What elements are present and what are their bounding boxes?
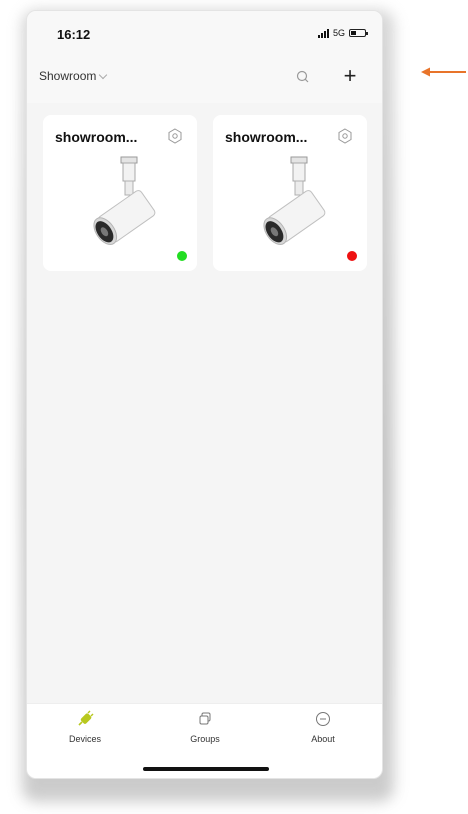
app-header: Showroom +: [27, 61, 382, 103]
device-grid: showroom... showroom...: [27, 103, 382, 703]
tab-label: Groups: [190, 734, 220, 744]
groups-icon: [199, 712, 211, 725]
track-light-image: [93, 156, 156, 245]
settings-icon[interactable]: [167, 128, 183, 144]
battery-icon: [349, 29, 368, 37]
status-time: 16:12: [57, 27, 91, 42]
device-name: showroom...: [225, 129, 308, 145]
device-card[interactable]: showroom...: [43, 115, 197, 271]
tab-about[interactable]: About: [283, 710, 363, 744]
signal-icon: [317, 28, 329, 38]
status-indicators: 5G: [317, 28, 368, 38]
tab-label: Devices: [68, 734, 101, 744]
location-label: Showroom: [39, 69, 97, 83]
tab-label: About: [311, 734, 335, 744]
device-name: showroom...: [55, 129, 138, 145]
search-icon: [296, 70, 309, 83]
phone-screen: 16:12 5G Showroom + showroom... showroom…: [26, 10, 383, 779]
plus-icon: +: [343, 63, 357, 88]
device-plug-icon: [78, 710, 94, 726]
track-light-image: [263, 156, 326, 245]
status-bar: 16:12 5G: [27, 11, 382, 61]
home-indicator[interactable]: [143, 767, 269, 771]
network-label: 5G: [332, 28, 345, 38]
tab-groups[interactable]: Groups: [165, 710, 245, 744]
chevron-down-icon: [99, 70, 108, 79]
about-circle-icon: [316, 712, 330, 726]
online-status-indicator: [177, 251, 187, 261]
offline-status-indicator: [347, 251, 357, 261]
device-card[interactable]: showroom...: [213, 115, 367, 271]
annotation-arrow-icon: [421, 67, 466, 77]
location-selector[interactable]: Showroom: [39, 69, 108, 83]
add-device-button[interactable]: +: [339, 65, 361, 87]
search-button[interactable]: [293, 67, 313, 87]
tab-devices[interactable]: Devices: [45, 710, 125, 744]
settings-icon[interactable]: [337, 128, 353, 144]
screenshot-stage: 16:12 5G Showroom + showroom... showroom…: [0, 0, 468, 814]
